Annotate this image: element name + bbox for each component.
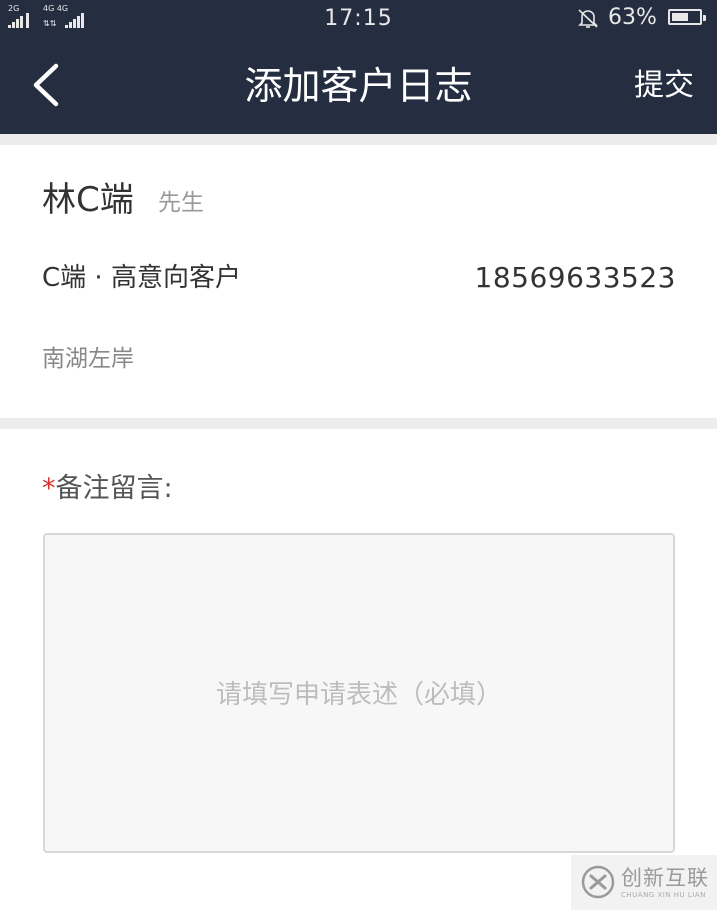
muted-bell-icon bbox=[578, 9, 598, 28]
watermark-subtext: CHUANG XIN HU LIAN bbox=[621, 891, 706, 899]
customer-tags: C端 · 高意向客户 bbox=[42, 263, 241, 293]
battery-icon bbox=[668, 9, 706, 25]
submit-button[interactable]: 提交 bbox=[622, 64, 706, 108]
remark-textarea[interactable] bbox=[43, 533, 675, 853]
battery-level bbox=[672, 13, 688, 21]
watermark-text: 创新互联 bbox=[621, 866, 709, 890]
remark-label: *备注留言: bbox=[42, 472, 173, 506]
status-bar: 2G 4G 4G ⇅⇅ 17:15 63% bbox=[0, 0, 717, 38]
required-star: * bbox=[42, 473, 56, 504]
watermark: 创新互联 CHUANG XIN HU LIAN bbox=[571, 855, 717, 910]
section-divider-2 bbox=[0, 418, 717, 429]
customer-salutation: 先生 bbox=[158, 190, 204, 216]
section-divider bbox=[0, 134, 717, 145]
battery-percent: 63% bbox=[608, 5, 657, 30]
page-title: 添加客户日志 bbox=[244, 64, 473, 108]
customer-phone[interactable]: 18569633523 bbox=[475, 261, 676, 295]
remark-label-text: 备注留言: bbox=[55, 473, 173, 504]
logo-icon bbox=[581, 865, 615, 899]
customer-address: 南湖左岸 bbox=[42, 346, 134, 372]
customer-name: 林C端 bbox=[42, 180, 134, 220]
